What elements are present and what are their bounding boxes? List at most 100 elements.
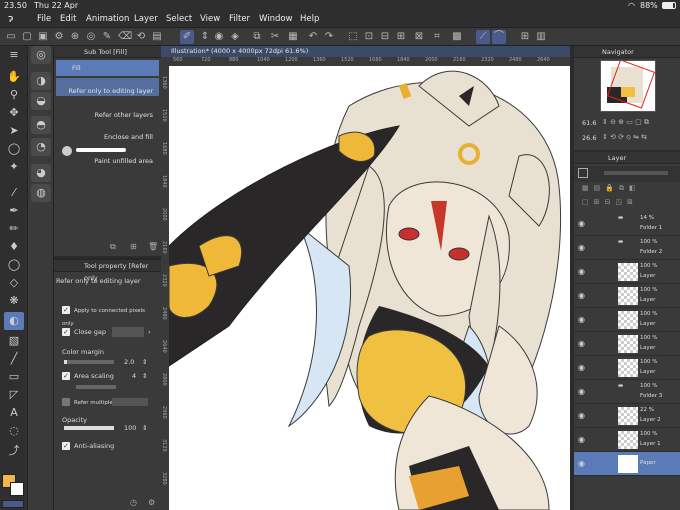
- navigator-thumbnail[interactable]: [600, 59, 656, 112]
- up-down-icon[interactable]: ⇕: [198, 30, 212, 44]
- sub-tool-paint-unfilled[interactable]: Paint unfilled area: [56, 144, 159, 166]
- fill-group-3-icon[interactable]: ◒: [31, 92, 51, 110]
- shrink-icon[interactable]: ⊠: [412, 30, 426, 44]
- eye-icon[interactable]: ◉: [578, 363, 585, 372]
- menu-select[interactable]: Select: [166, 14, 192, 24]
- canvas-artwork[interactable]: [169, 66, 570, 510]
- hand-icon[interactable]: ✋: [4, 68, 24, 86]
- cut-icon[interactable]: ✂: [268, 30, 282, 44]
- erase-icon[interactable]: ⌫: [118, 30, 132, 44]
- menu-filter[interactable]: Filter: [229, 14, 250, 24]
- wand-icon[interactable]: ✦: [4, 158, 24, 176]
- blend-mode-row[interactable]: [574, 166, 680, 182]
- ruler-snap-icon[interactable]: ⟋: [476, 30, 490, 44]
- eye-icon[interactable]: ◉: [578, 267, 585, 276]
- menu-layer[interactable]: Layer: [134, 14, 158, 24]
- canvas-tab[interactable]: Illustration* (4000 x 4000px 72dpi 61.6%…: [161, 46, 570, 57]
- sub-tool-fill[interactable]: Fill: [56, 60, 159, 76]
- sub-tool-add-icon[interactable]: ⊞: [130, 242, 137, 251]
- checkbox-checked-icon[interactable]: ✓: [62, 328, 70, 336]
- sub-tool-refer-editing[interactable]: Refer only to editing layer: [56, 78, 159, 96]
- app-logo-icon[interactable]: ɂ: [8, 12, 13, 25]
- menu-file[interactable]: File: [37, 14, 51, 24]
- eye-icon[interactable]: ◉: [578, 411, 585, 420]
- close-gap-selector[interactable]: [112, 327, 144, 337]
- zoom-icon[interactable]: ⊕: [68, 30, 82, 44]
- open-icon[interactable]: ▢: [20, 30, 34, 44]
- layer-row[interactable]: ◉ 22 % Layer 2: [574, 404, 680, 428]
- area-scaling-slider[interactable]: [62, 382, 158, 394]
- grid-icon[interactable]: ⊞: [518, 30, 532, 44]
- layer-row[interactable]: ◉ 100 % Layer 1: [574, 428, 680, 452]
- undo-icon[interactable]: ↶: [306, 30, 320, 44]
- eye-icon[interactable]: ◉: [578, 243, 585, 252]
- move-icon[interactable]: ✥: [4, 104, 24, 122]
- eye-icon[interactable]: ◉: [578, 315, 585, 324]
- layer-options-row[interactable]: ▢⊞⊟◳⊠: [574, 198, 680, 210]
- color-margin-row[interactable]: 2.0 ⇕: [62, 356, 158, 368]
- fill-selection-icon[interactable]: ▩: [450, 30, 464, 44]
- eye-icon[interactable]: ◉: [578, 339, 585, 348]
- menu-help[interactable]: Help: [300, 14, 319, 24]
- eyedropper-icon[interactable]: ⁄: [4, 184, 24, 202]
- frame-icon[interactable]: ▥: [534, 30, 548, 44]
- blend-icon[interactable]: ❋: [4, 292, 24, 310]
- eye-icon[interactable]: ◉: [578, 459, 585, 468]
- crop-icon[interactable]: ⌗: [430, 30, 444, 44]
- scope-icon[interactable]: ◉: [212, 30, 226, 44]
- layer-opacity-slider[interactable]: [604, 171, 668, 175]
- view-icon[interactable]: ◈: [228, 30, 242, 44]
- eye-icon[interactable]: ◉: [578, 219, 585, 228]
- eraser-icon[interactable]: ◇: [4, 274, 24, 292]
- airbrush-icon[interactable]: ◯: [4, 256, 24, 274]
- fill-group-4-icon[interactable]: ◓: [31, 116, 51, 134]
- layer-row[interactable]: ◉ 100 % Layer: [574, 284, 680, 308]
- reset-icon[interactable]: ◷: [130, 498, 137, 507]
- redo-icon[interactable]: ↷: [322, 30, 336, 44]
- history-icon[interactable]: ◎: [84, 30, 98, 44]
- layer-row-selected[interactable]: ◉ Paper: [574, 452, 680, 476]
- layer-tools-row[interactable]: ▦▤🔒⧉◧: [574, 184, 680, 196]
- settings-icon[interactable]: ⚙: [52, 30, 66, 44]
- eye-icon[interactable]: ◉: [578, 387, 585, 396]
- zoom-controls-icon[interactable]: ⇕ ⊖ ⊕ ▭ ▢ ⧉: [602, 118, 649, 127]
- fill-tool-icon[interactable]: ◐: [4, 312, 24, 330]
- expand-icon[interactable]: ⊞: [394, 30, 408, 44]
- anti-aliasing-row[interactable]: ✓ Anti-aliasing: [62, 440, 158, 452]
- sub-tool-copy-icon[interactable]: ⧉: [110, 242, 116, 252]
- layer-row[interactable]: ◉ 100 % Layer: [574, 260, 680, 284]
- menu-window[interactable]: Window: [259, 14, 293, 24]
- edit-icon[interactable]: ✎: [100, 30, 114, 44]
- fill-group-7-icon[interactable]: ◍: [31, 184, 51, 202]
- ruler-icon[interactable]: ◸: [4, 386, 24, 404]
- gradient-icon[interactable]: ▧: [4, 332, 24, 350]
- refer-multiple-row[interactable]: Refer multiple: [62, 396, 158, 408]
- stepper-icon[interactable]: ⇕: [142, 422, 147, 434]
- correct-line-icon[interactable]: ⤴: [4, 442, 24, 460]
- pen-icon[interactable]: ✒: [4, 202, 24, 220]
- fill-group-6-icon[interactable]: ◕: [31, 164, 51, 182]
- eye-icon[interactable]: ◉: [578, 435, 585, 444]
- brush-icon[interactable]: ♦: [4, 238, 24, 256]
- refer-multiple-selector[interactable]: [112, 398, 148, 406]
- pointer-icon[interactable]: ➤: [4, 122, 24, 140]
- select-all-icon[interactable]: ⬚: [346, 30, 360, 44]
- apply-connected-row[interactable]: ✓ Apply to connected pixels only: [62, 304, 158, 327]
- stepper-icon[interactable]: ⇕: [142, 370, 147, 382]
- sub-tool-refer-other[interactable]: Refer other layers: [56, 102, 159, 120]
- fill-group-icon[interactable]: ◎: [31, 46, 51, 64]
- new-icon[interactable]: ▭: [4, 30, 18, 44]
- checkbox-unchecked-icon[interactable]: [62, 398, 70, 406]
- checkbox-checked-icon[interactable]: ✓: [62, 372, 70, 380]
- sub-tool-delete-icon[interactable]: 🗑: [148, 242, 158, 251]
- layer-row[interactable]: ◉ ▬ 100 % Folder 2: [574, 236, 680, 260]
- invert-icon[interactable]: ⊟: [378, 30, 392, 44]
- fill-group-2-icon[interactable]: ◑: [31, 72, 51, 90]
- figure-icon[interactable]: ╱: [4, 350, 24, 368]
- fill-group-5-icon[interactable]: ◔: [31, 138, 51, 156]
- paste-icon[interactable]: ▦: [286, 30, 300, 44]
- checkbox-checked-icon[interactable]: ✓: [62, 442, 70, 450]
- color-margin-slider[interactable]: [64, 360, 114, 364]
- menu-edit[interactable]: Edit: [60, 14, 76, 24]
- wrench-icon[interactable]: ⚙: [148, 498, 155, 507]
